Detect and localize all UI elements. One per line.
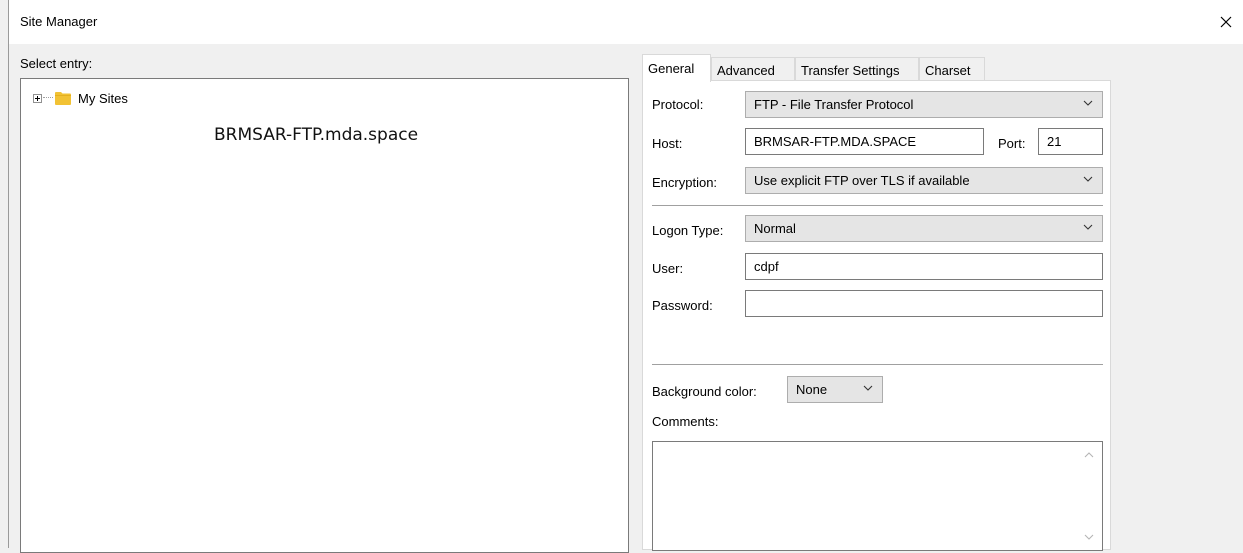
host-input[interactable]: BRMSAR-FTP.MDA.SPACE xyxy=(745,128,984,155)
scroll-up-icon[interactable] xyxy=(1084,452,1094,458)
protocol-label: Protocol: xyxy=(652,97,704,112)
comments-label: Comments: xyxy=(652,414,719,429)
tree-item-label: My Sites xyxy=(78,90,128,106)
tab-transfer-settings[interactable]: Transfer Settings xyxy=(795,57,919,81)
protocol-value: FTP - File Transfer Protocol xyxy=(754,97,914,112)
host-value: BRMSAR-FTP.MDA.SPACE xyxy=(754,134,917,149)
chevron-down-icon xyxy=(863,385,873,391)
user-value: cdpf xyxy=(754,259,779,274)
tab-charset[interactable]: Charset xyxy=(919,57,985,81)
encryption-value: Use explicit FTP over TLS if available xyxy=(754,173,970,188)
user-input[interactable]: cdpf xyxy=(745,253,1103,280)
password-label: Password: xyxy=(652,298,713,313)
general-panel: Protocol: FTP - File Transfer Protocol H… xyxy=(642,80,1111,551)
chevron-down-icon xyxy=(1083,100,1093,106)
tab-general[interactable]: General xyxy=(642,54,711,82)
encryption-label: Encryption: xyxy=(652,175,718,190)
background-color-select[interactable]: None xyxy=(787,376,883,403)
close-button[interactable] xyxy=(1209,8,1243,36)
password-input[interactable] xyxy=(745,290,1103,317)
separator xyxy=(652,364,1103,365)
select-entry-label: Select entry: xyxy=(20,56,93,71)
expand-icon[interactable] xyxy=(33,93,42,103)
title-bar: Site Manager xyxy=(0,0,1243,44)
scroll-down-icon[interactable] xyxy=(1084,534,1094,540)
window-left-edge xyxy=(0,0,9,548)
separator xyxy=(652,205,1103,206)
background-color-label: Background color: xyxy=(652,384,757,399)
port-label: Port: xyxy=(998,136,1026,151)
encryption-select[interactable]: Use explicit FTP over TLS if available xyxy=(745,167,1103,194)
site-name-overlay: BRMSAR-FTP.mda.space xyxy=(214,125,419,145)
logon-type-label: Logon Type: xyxy=(652,223,724,238)
host-label: Host: xyxy=(652,136,683,151)
tab-advanced[interactable]: Advanced xyxy=(711,57,795,81)
tree-item-my-sites[interactable]: My Sites xyxy=(33,89,128,107)
chevron-down-icon xyxy=(1083,176,1093,182)
port-input[interactable]: 21 xyxy=(1038,128,1103,155)
window-title: Site Manager xyxy=(20,14,98,29)
logon-type-value: Normal xyxy=(754,221,796,236)
port-value: 21 xyxy=(1047,134,1062,149)
site-tree[interactable]: My Sites xyxy=(20,78,629,553)
logon-type-select[interactable]: Normal xyxy=(745,215,1103,242)
background-color-value: None xyxy=(796,382,828,397)
folder-icon xyxy=(55,92,71,105)
chevron-down-icon xyxy=(1083,224,1093,230)
protocol-select[interactable]: FTP - File Transfer Protocol xyxy=(745,91,1103,118)
close-icon xyxy=(1220,16,1232,28)
user-label: User: xyxy=(652,261,684,276)
comments-textarea[interactable] xyxy=(652,441,1103,551)
tree-connector xyxy=(43,97,53,99)
